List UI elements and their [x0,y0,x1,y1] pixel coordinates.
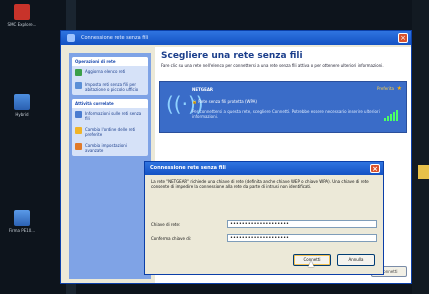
field-label: Chiave di rete: [151,221,181,227]
pane-description: Fare clic su una rete nell'elenco per co… [161,63,384,68]
star-icon [75,127,82,134]
task-setup-network[interactable]: Imposta reti senza fili per abitazione o… [72,79,148,95]
dialog-title: Connessione rete senza fili [150,165,226,171]
network-key-dialog: Connessione rete senza fili × La rete "N… [144,161,384,275]
network-key-row: Chiave di rete: •••••••••••••••••••• [151,220,377,228]
folder-icon [418,165,429,179]
security-label: 🔒 Rete senza fili protetta (WPA) [192,99,257,104]
refresh-icon [75,69,82,76]
desktop-icon-label: SMC Explore... [7,22,37,27]
desktop-icon-label: Hybrid [15,112,29,117]
task-label: Cambia impostazioni avanzate [85,143,127,153]
task-label: Informazioni sulle reti senza fili [85,111,142,121]
info-icon [75,111,82,118]
task-change-order[interactable]: Cambia l'ordine delle reti preferite [72,124,148,140]
task-label: Cambia l'ordine delle reti preferite [85,127,136,137]
app-icon [14,4,30,20]
confirm-key-input[interactable]: •••••••••••••••••••• [227,234,377,242]
task-label: Aggiorna elenco reti [85,69,126,74]
task-refresh-networks[interactable]: Aggiorna elenco reti [72,66,148,79]
dialog-title-bar[interactable]: Connessione rete senza fili × [145,162,383,175]
network-key-input[interactable]: •••••••••••••••••••• [227,220,377,228]
star-icon: ★ [396,85,402,92]
network-tasks-box: Operazioni di rete Aggiorna elenco reti … [72,57,148,95]
desktop-icon[interactable]: SMC Explore... [2,4,42,27]
desktop-right-edge [412,0,429,294]
signal-strength-icon [384,110,398,121]
task-pane: Operazioni di rete Aggiorna elenco reti … [69,53,151,279]
section-heading: Attività correlate [72,99,148,108]
preferred-label: Preferita [376,86,394,91]
lock-icon: 🔒 [192,99,197,104]
section-heading: Operazioni di rete [72,57,148,66]
desktop-icon[interactable]: Firma PE10... [2,210,42,233]
network-name: NETGEAR [192,87,213,92]
field-label: Conferma chiave di: [151,235,192,241]
image-file-icon [14,94,30,110]
pane-heading: Scegliere una rete senza fili [161,51,303,61]
close-icon[interactable]: × [398,33,408,43]
house-icon [75,82,82,89]
task-label: Imposta reti senza fili per abitazione o… [85,82,139,92]
task-advanced-settings[interactable]: Cambia impostazioni avanzate [72,140,148,156]
mouse-pointer-icon: ▲ [308,259,315,268]
desktop-icon[interactable]: Hybrid [2,94,42,117]
dialog-message: La rete "NETGEAR" richiede una chiave di… [151,179,369,189]
image-file-icon [14,210,30,226]
settings-icon [75,143,82,150]
cancel-button[interactable]: Annulla [337,254,375,266]
network-info: Per connettersi a questa rete, scegliere… [192,109,380,119]
confirm-key-row: Conferma chiave di: •••••••••••••••••••• [151,234,377,242]
network-item-selected[interactable]: ((·)) NETGEAR Preferita ★ 🔒 Rete senza f… [159,81,407,133]
title-bar[interactable]: Connessione rete senza fili × [61,31,411,45]
related-tasks-box: Attività correlate Informazioni sulle re… [72,99,148,156]
antenna-icon: ((·)) [166,92,204,116]
wireless-icon [67,34,75,42]
window-title: Connessione rete senza fili [81,35,149,41]
close-icon[interactable]: × [370,164,380,173]
desktop-icon-label: Firma PE10... [8,228,36,233]
task-learn-wireless[interactable]: Informazioni sulle reti senza fili [72,108,148,124]
